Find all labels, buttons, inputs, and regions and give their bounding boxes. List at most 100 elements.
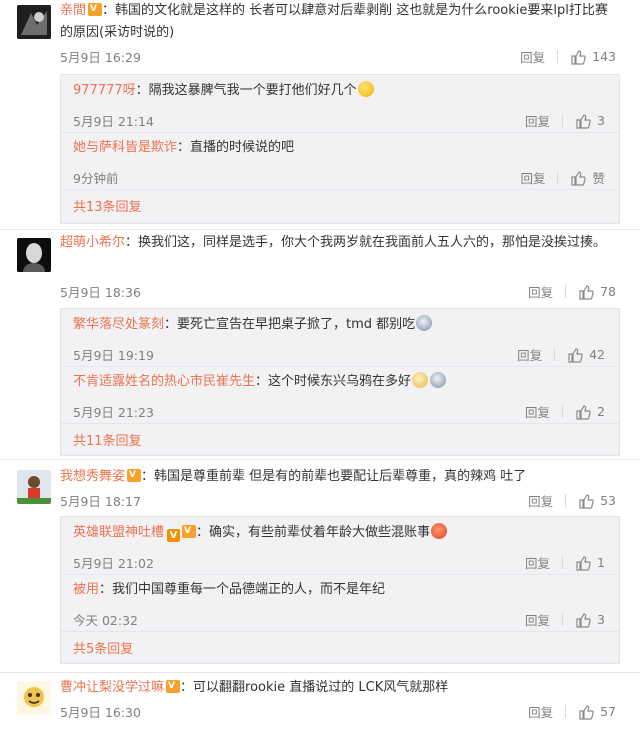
like-count: 57 [600, 704, 616, 719]
comment-body: 超萌小希尔：换我们这，同样是选手，你大个我两岁就在我面前人五人六的，那怕是没挨过… [60, 232, 615, 254]
comment-text: ：换我们这，同样是选手，你大个我两岁就在我面前人五人六的，那怕是没挨过揍。 [125, 235, 607, 250]
avatar[interactable] [17, 681, 51, 715]
reply-text: ：要死亡宣告在早把桌子掀了，tmd 都别吃 [164, 317, 416, 332]
comment-timestamp: 5月9日 18:17 [60, 494, 141, 509]
thumb-up-icon[interactable] [578, 284, 594, 300]
reply-text: ：直播的时候说的吧 [177, 140, 295, 155]
like-count: 42 [589, 347, 605, 362]
avatar[interactable] [17, 470, 51, 504]
comment-actions: 回复 57 [528, 702, 616, 721]
comment-username[interactable]: 我想秀舞姿 [60, 469, 125, 484]
reply-item: 繁华落尽处篆刻：要死亡宣告在早把桌子掀了，tmd 都别吃 5月9日 19:19 … [61, 309, 619, 367]
thumb-up-icon[interactable] [570, 170, 587, 186]
reply-button[interactable]: 回复 [528, 282, 553, 301]
comment-username[interactable]: 亲間 [60, 3, 86, 18]
divider [565, 285, 567, 298]
more-replies-link[interactable]: 共5条回复 [73, 638, 133, 657]
like-count: 78 [600, 284, 616, 299]
divider [562, 405, 564, 418]
comment-page: 亲間 V ：韩国的文化就是这样的 长者可以肆意对后辈剥削 这也就是为什么rookie… [0, 0, 640, 731]
reply-button[interactable]: 回复 [525, 610, 550, 629]
reply-text: ：确实，有些前辈仗着年龄大做些混账事 [196, 525, 431, 540]
like-count: 2 [597, 404, 605, 419]
reply-username[interactable]: 被用 [73, 582, 99, 597]
comment-timestamp: 5月9日 18:36 [60, 285, 141, 300]
thumb-up-icon[interactable] [575, 555, 591, 571]
thumb-up-icon[interactable] [575, 612, 591, 628]
reply-timestamp: 5月9日 21:23 [73, 405, 154, 420]
vip-badge-icon: V [88, 3, 103, 16]
reply-timestamp: 5月9日 21:02 [73, 556, 154, 571]
more-replies-link[interactable]: 共11条回复 [73, 430, 142, 449]
reply-username[interactable]: 她与萨科皆是欺诈 [73, 140, 177, 155]
thumb-up-icon[interactable] [578, 493, 594, 509]
reply-button[interactable]: 回复 [525, 553, 550, 572]
comment-item: 超萌小希尔：换我们这，同样是选手，你大个我两岁就在我面前人五人六的，那怕是没挨过… [0, 230, 640, 460]
reply-timestamp: 今天 02:32 [73, 613, 138, 628]
comment-item: 亲間 V ：韩国的文化就是这样的 长者可以肆意对后辈剥削 这也就是为什么rookie… [0, 0, 640, 230]
comment-username[interactable]: 曹冲让梨没学过嘛 [60, 680, 164, 695]
reply-text: ：这个时候东兴乌鸦在多好 [255, 374, 412, 389]
comment-timestamp: 5月9日 16:30 [60, 705, 141, 720]
divider [557, 50, 559, 63]
comment-username[interactable]: 超萌小希尔 [60, 235, 125, 250]
divider [565, 705, 567, 718]
like-count: 1 [597, 555, 605, 570]
like-count: 3 [597, 113, 605, 128]
divider [562, 613, 564, 626]
reply-timestamp: 5月9日 21:14 [73, 114, 154, 129]
reply-username[interactable]: 不肯适露姓名的热心市民崔先生 [73, 374, 255, 389]
divider [565, 494, 567, 507]
like-count: 3 [597, 612, 605, 627]
reply-button[interactable]: 回复 [520, 168, 545, 187]
comment-text: ：韩国的文化就是这样的 长者可以肆意对后辈剥削 这也就是为什么rookie要来l… [60, 3, 608, 40]
thumb-up-icon[interactable] [575, 404, 591, 420]
reply-button[interactable]: 回复 [528, 702, 553, 721]
avatar[interactable] [17, 238, 51, 272]
reply-list: 繁华落尽处篆刻：要死亡宣告在早把桌子掀了，tmd 都别吃 5月9日 19:19 … [60, 308, 620, 456]
divider [557, 171, 559, 184]
reply-item: 英雄联盟神吐槽 V V ：确实，有些前辈仗着年龄大做些混账事 5月9日 21:02 回… [61, 517, 619, 575]
reply-item: 被用：我们中国尊重每一个品德端正的人，而不是年纪 今天 02:32 回复 3 [61, 574, 619, 632]
comment-actions: 回复 143 [520, 47, 616, 66]
reply-username[interactable]: 977777呀 [73, 83, 136, 98]
thumb-up-icon[interactable] [570, 49, 586, 65]
thumb-up-icon[interactable] [578, 704, 594, 720]
like-count: 53 [600, 493, 616, 508]
reply-timestamp: 5月9日 19:19 [73, 348, 154, 363]
divider [554, 348, 556, 361]
thumb-up-icon[interactable] [567, 347, 583, 363]
bird-emoji-icon [430, 372, 447, 388]
comment-body: 我想秀舞姿 V ：韩国是尊重前辈 但是有的前辈也要配让后辈尊重，真的辣鸡 吐了 [60, 466, 615, 488]
more-replies-link[interactable]: 共13条回复 [73, 196, 142, 215]
reply-text: ：我们中国尊重每一个品德端正的人，而不是年纪 [99, 582, 386, 597]
reply-username[interactable]: 英雄联盟神吐槽 [73, 525, 164, 540]
divider [562, 556, 564, 569]
divider [562, 114, 564, 127]
reply-button[interactable]: 回复 [528, 491, 553, 510]
reply-actions: 回复 赞 [520, 168, 605, 187]
thumb-up-icon[interactable] [575, 113, 591, 129]
reply-button[interactable]: 回复 [517, 345, 542, 364]
sweat-emoji-icon [357, 81, 374, 97]
reply-actions: 回复 1 [525, 553, 605, 572]
like-count: 143 [592, 49, 616, 64]
reply-button[interactable]: 回复 [525, 111, 550, 130]
angry-emoji-icon [431, 523, 448, 539]
reply-username[interactable]: 繁华落尽处篆刻 [73, 317, 164, 332]
like-count: 赞 [592, 171, 605, 186]
comment-body: 亲間 V ：韩国的文化就是这样的 长者可以肆意对后辈剥削 这也就是为什么rookie… [60, 0, 615, 44]
comment-actions: 回复 78 [528, 282, 616, 301]
verified-v-icon: V [167, 529, 181, 542]
reply-timestamp: 9分钟前 [73, 171, 119, 186]
comment-text: ：韩国是尊重前辈 但是有的前辈也要配让后辈尊重，真的辣鸡 吐了 [141, 469, 527, 484]
avatar[interactable] [17, 5, 51, 39]
reply-button[interactable]: 回复 [525, 402, 550, 421]
dog-emoji-icon [412, 372, 429, 388]
reply-item: 她与萨科皆是欺诈：直播的时候说的吧 9分钟前 回复 赞 [61, 132, 619, 190]
reply-text: ：隔我这暴脾气我一个要打他们好几个 [135, 83, 357, 98]
reply-item: 不肯适露姓名的热心市民崔先生：这个时候东兴乌鸦在多好 5月9日 21:23 回复… [61, 366, 619, 424]
reply-list: 英雄联盟神吐槽 V V ：确实，有些前辈仗着年龄大做些混账事 5月9日 21:02 回… [60, 516, 620, 664]
reply-button[interactable]: 回复 [520, 47, 545, 66]
reply-list: 977777呀：隔我这暴脾气我一个要打他们好几个 5月9日 21:14 回复 3… [60, 74, 620, 224]
